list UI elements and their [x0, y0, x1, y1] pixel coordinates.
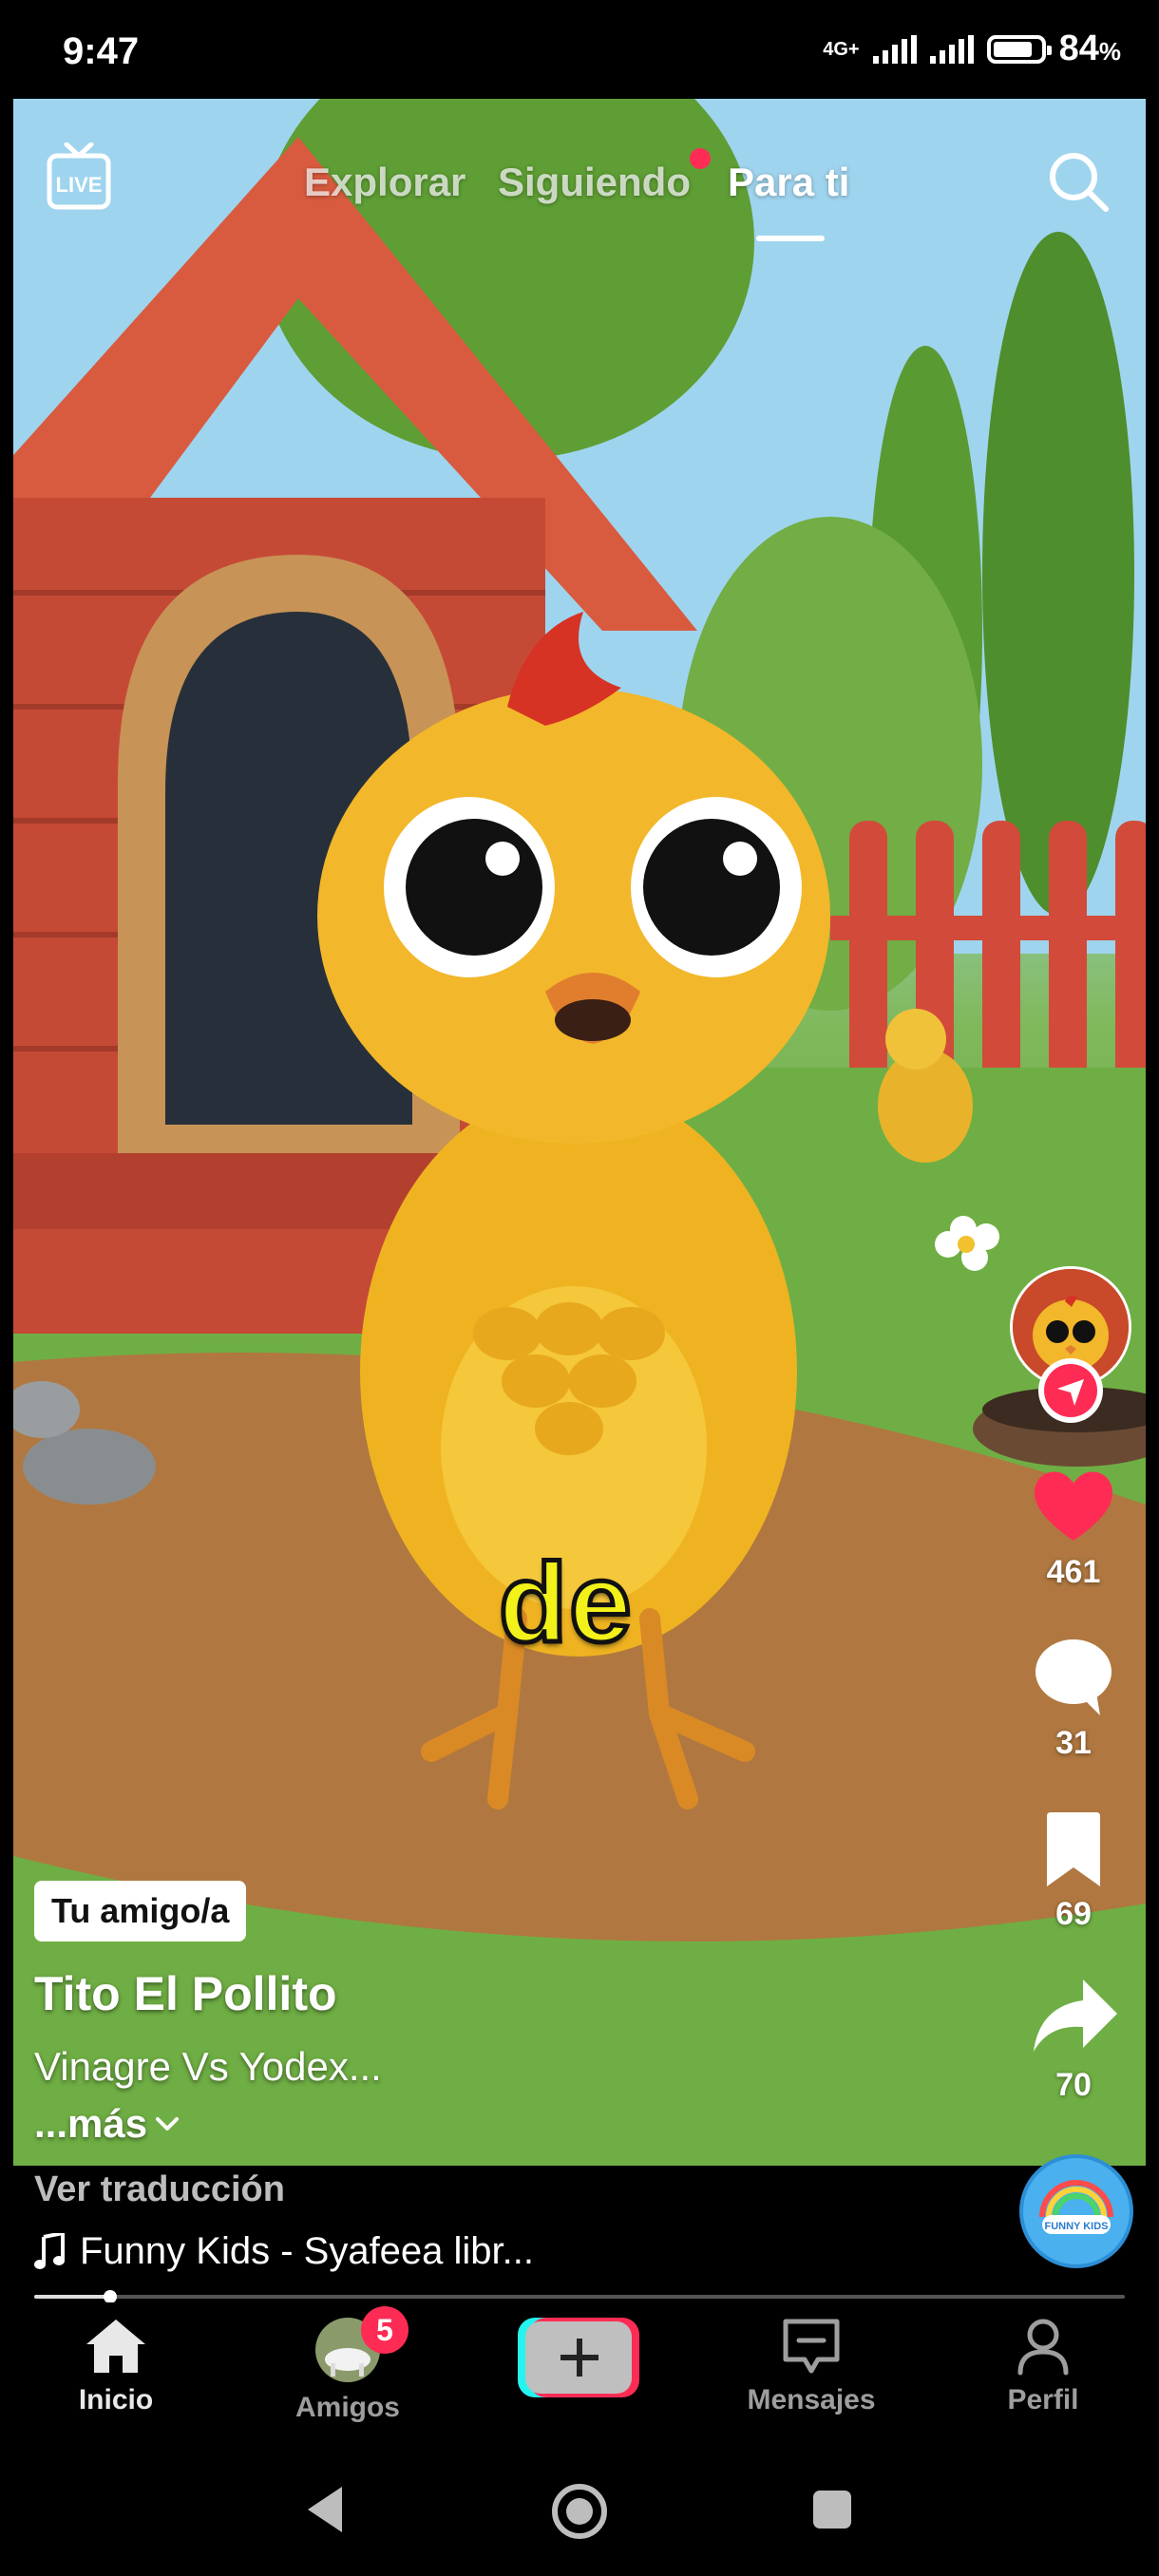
nav-mensajes-label: Mensajes	[747, 2384, 876, 2415]
status-indicators: 4G+ 84%	[823, 28, 1121, 69]
profile-icon	[1017, 2319, 1069, 2376]
nav-amigos[interactable]: Amigos	[253, 2316, 443, 2424]
recents-square	[813, 2491, 851, 2529]
heart-icon	[1034, 1471, 1113, 1541]
svg-text:LIVE: LIVE	[56, 173, 103, 197]
message-icon	[783, 2319, 840, 2374]
network-type: 4G+	[823, 38, 860, 60]
share-button[interactable]	[1030, 1976, 1121, 2057]
comment-icon	[1036, 1639, 1112, 1715]
comment-count: 31	[1055, 1725, 1092, 1761]
more-label: ...más	[34, 2101, 148, 2146]
rainbow-logo: FUNNY KIDS	[1023, 2158, 1130, 2264]
see-translation-link[interactable]: Ver traducción	[34, 2169, 285, 2210]
nav-perfil-label: Perfil	[1007, 2384, 1079, 2415]
creator-name[interactable]: Tito El Pollito	[34, 1966, 337, 2021]
share-arrow-icon	[1034, 1979, 1117, 2052]
send-icon	[1044, 1364, 1097, 1417]
music-disc[interactable]: FUNNY KIDS	[1019, 2154, 1133, 2268]
bookmark-button[interactable]	[1039, 1810, 1108, 1890]
create-button[interactable]	[518, 2318, 639, 2397]
like-count: 461	[1046, 1554, 1101, 1590]
music-row[interactable]: Funny Kids - Syafeea libr...	[34, 2230, 534, 2273]
home-circle-icon[interactable]	[549, 2481, 610, 2542]
home-icon	[86, 2320, 145, 2373]
live-tv-icon-glyph: LIVE	[47, 142, 111, 210]
chevron-down-icon	[156, 2117, 180, 2131]
search-icon[interactable]	[1045, 148, 1112, 215]
battery-icon	[986, 34, 1052, 64]
signal-icon-2	[929, 34, 974, 64]
music-title: Funny Kids - Syafeea libr...	[80, 2230, 535, 2272]
video-description[interactable]: Vinagre Vs Yodex...	[34, 2044, 382, 2090]
status-time: 9:47	[63, 30, 140, 72]
video-progress-fill	[34, 2295, 111, 2299]
tab-para-ti[interactable]: Para ti	[728, 160, 849, 205]
bookmark-icon	[1047, 1812, 1100, 1886]
share-count: 70	[1055, 2067, 1092, 2103]
nav-amigos-label: Amigos	[294, 2392, 400, 2423]
video-caption-word: de	[497, 1539, 635, 1669]
live-tv-icon[interactable]: LIVE	[46, 142, 112, 213]
video-progress-track[interactable]	[34, 2295, 1125, 2299]
follow-button[interactable]	[1038, 1358, 1103, 1423]
friends-notification-badge: 5	[361, 2306, 408, 2354]
recents-icon[interactable]	[811, 2489, 853, 2530]
active-tab-indicator	[756, 236, 825, 241]
home-circle	[552, 2484, 607, 2539]
search-icon-glyph	[1050, 153, 1109, 212]
signal-icon	[872, 34, 917, 64]
comment-button[interactable]	[1030, 1634, 1117, 1719]
video-frame-illustration	[13, 99, 1146, 2166]
back-icon[interactable]	[302, 2483, 350, 2536]
nav-inicio-label: Inicio	[78, 2384, 154, 2415]
tab-explorar[interactable]: Explorar	[304, 160, 466, 205]
battery-level: 84%	[1058, 28, 1121, 68]
plus-icon	[518, 2318, 639, 2397]
back-triangle	[308, 2487, 342, 2532]
tab-siguiendo[interactable]: Siguiendo	[498, 160, 691, 205]
more-button[interactable]: ...más	[34, 2101, 180, 2147]
nav-perfil[interactable]: Perfil	[948, 2316, 1138, 2416]
new-content-dot	[690, 148, 711, 169]
friend-tag: Tu amigo/a	[34, 1881, 247, 1941]
music-note-icon	[34, 2232, 65, 2269]
nav-inicio[interactable]: Inicio	[21, 2316, 211, 2416]
video-progress-knob[interactable]	[104, 2290, 118, 2303]
video-player[interactable]	[13, 99, 1146, 2166]
music-disc-text: FUNNY KIDS	[1044, 2221, 1108, 2232]
like-button[interactable]	[1028, 1463, 1119, 1548]
nav-mensajes[interactable]: Mensajes	[716, 2316, 906, 2416]
save-count: 69	[1055, 1896, 1092, 1932]
